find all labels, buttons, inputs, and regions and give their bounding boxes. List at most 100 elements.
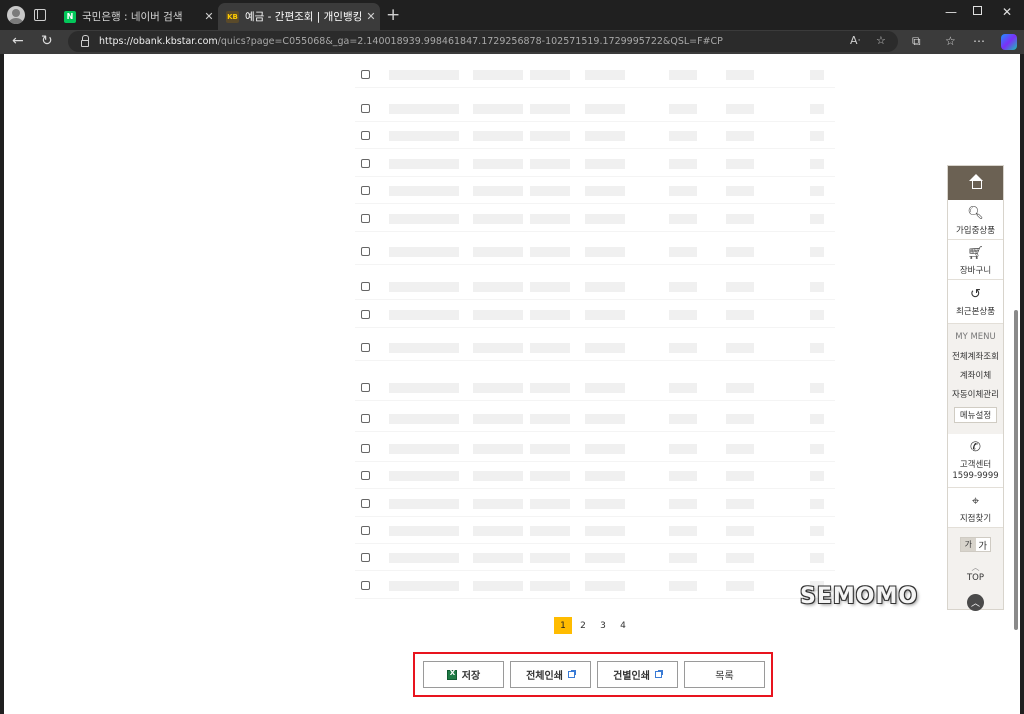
joined-products-link[interactable]: 🔍︎ 가입중상품	[948, 200, 1003, 240]
profile-avatar-icon[interactable]	[7, 6, 25, 24]
scrollbar-thumb[interactable]	[1014, 310, 1018, 630]
row-checkbox[interactable]	[361, 413, 370, 423]
row-checkbox[interactable]	[361, 498, 370, 508]
blurred-cell	[585, 414, 625, 424]
favorites-icon[interactable]: ☆	[945, 34, 956, 48]
row-checkbox[interactable]	[361, 552, 370, 562]
blurred-cell	[810, 282, 824, 292]
page-2[interactable]: 2	[574, 617, 592, 634]
refresh-icon[interactable]: ↻	[41, 33, 53, 49]
table-row	[355, 208, 835, 232]
row-divider	[355, 231, 835, 232]
find-branch-link[interactable]: ⌖ 지점찾기	[948, 488, 1003, 528]
home-button[interactable]	[948, 166, 1003, 200]
blurred-cell	[389, 526, 459, 536]
row-divider	[355, 121, 835, 122]
blurred-cell	[585, 159, 625, 169]
row-checkbox[interactable]	[361, 158, 370, 168]
table-row	[355, 547, 835, 571]
lock-icon	[81, 35, 89, 47]
row-divider	[355, 400, 835, 401]
blurred-cell	[669, 214, 697, 224]
row-checkbox[interactable]	[361, 443, 370, 453]
blurred-cell	[585, 499, 625, 509]
row-checkbox[interactable]	[361, 246, 370, 256]
row-checkbox[interactable]	[361, 382, 370, 392]
tab-kb-deposit[interactable]: KB 예금 - 간편조회 | 개인뱅킹 | 조회 ✕	[218, 3, 380, 30]
blurred-cell	[810, 471, 824, 481]
all-accounts-link[interactable]: 전체계좌조회	[948, 350, 1003, 362]
page-1[interactable]: 1	[554, 617, 572, 634]
font-large-button[interactable]: 가	[975, 538, 990, 552]
table-row	[355, 438, 835, 462]
more-menu-icon[interactable]: ⋯	[973, 34, 985, 48]
row-checkbox[interactable]	[361, 525, 370, 535]
blurred-cell	[530, 282, 570, 292]
address-bar[interactable]: https://obank.kbstar.com/quics?page=C055…	[68, 31, 898, 52]
page-4[interactable]: 4	[614, 617, 632, 634]
blurred-cell	[810, 131, 824, 141]
extensions-icon[interactable]: ⧉	[912, 34, 921, 49]
blurred-cell	[530, 414, 570, 424]
blurred-cell	[389, 310, 459, 320]
back-icon[interactable]: ←	[12, 33, 24, 49]
row-checkbox[interactable]	[361, 213, 370, 223]
blurred-cell	[473, 310, 523, 320]
blurred-cell	[726, 310, 754, 320]
table-row	[355, 575, 835, 599]
blurred-cell	[810, 104, 824, 114]
favorite-star-icon[interactable]: ☆	[876, 34, 886, 47]
transfer-link[interactable]: 계좌이체	[948, 369, 1003, 381]
font-small-button[interactable]: 가	[961, 538, 976, 551]
row-checkbox[interactable]	[361, 281, 370, 291]
save-button[interactable]: 저장	[423, 661, 504, 688]
circle-chevron-up-icon[interactable]: ︿	[967, 594, 984, 611]
table-row	[355, 276, 835, 300]
list-button[interactable]: 목록	[684, 661, 765, 688]
blurred-cell	[810, 444, 824, 454]
joined-products-label: 가입중상품	[955, 226, 996, 236]
copilot-icon[interactable]	[1001, 34, 1017, 50]
blurred-cell	[389, 104, 459, 114]
row-checkbox[interactable]	[361, 69, 370, 79]
row-checkbox[interactable]	[361, 470, 370, 480]
tab-naver-search[interactable]: N 국민은행 : 네이버 검색 ✕	[56, 3, 218, 30]
minimize-icon[interactable]: —	[945, 5, 957, 19]
blurred-cell	[473, 471, 523, 481]
blurred-cell	[389, 186, 459, 196]
scroll-top-button[interactable]: ︿ TOP	[948, 562, 1003, 583]
maximize-icon[interactable]	[973, 6, 982, 15]
close-icon[interactable]: ✕	[200, 10, 218, 23]
recent-products-link[interactable]: ↺ 최근본상품	[948, 280, 1003, 324]
page-3[interactable]: 3	[594, 617, 612, 634]
table-row	[355, 180, 835, 204]
blurred-cell	[726, 70, 754, 80]
row-checkbox[interactable]	[361, 309, 370, 319]
close-icon[interactable]: ✕	[362, 10, 380, 23]
row-checkbox[interactable]	[361, 580, 370, 590]
blurred-cell	[726, 186, 754, 196]
browser-toolbar: ← ↻ https://obank.kbstar.com/quics?page=…	[0, 30, 1024, 54]
print-all-button[interactable]: 전체인쇄	[510, 661, 591, 688]
new-tab-icon[interactable]: +	[386, 5, 400, 25]
page-scrollbar[interactable]	[1014, 58, 1018, 708]
row-checkbox[interactable]	[361, 185, 370, 195]
menu-settings-button[interactable]: 메뉴설정	[954, 407, 997, 423]
row-checkbox[interactable]	[361, 130, 370, 140]
blurred-cell	[530, 471, 570, 481]
auto-transfer-link[interactable]: 자동이체관리	[948, 388, 1003, 400]
blurred-cell	[530, 581, 570, 591]
customer-center-link[interactable]: ✆ 고객센터 1599-9999	[948, 434, 1003, 488]
customer-center-label: 고객센터	[959, 460, 992, 470]
blurred-cell	[585, 104, 625, 114]
cart-link[interactable]: 🛒︎ 장바구니	[948, 240, 1003, 280]
blurred-cell	[585, 553, 625, 563]
row-checkbox[interactable]	[361, 103, 370, 113]
read-aloud-icon[interactable]: Aᐧ	[850, 34, 860, 47]
print-each-button[interactable]: 건별인쇄	[597, 661, 678, 688]
table-row	[355, 64, 835, 88]
blurred-cell	[726, 553, 754, 563]
tab-actions-icon[interactable]	[34, 9, 46, 21]
row-checkbox[interactable]	[361, 342, 370, 352]
window-close-icon[interactable]: ✕	[1002, 5, 1012, 19]
